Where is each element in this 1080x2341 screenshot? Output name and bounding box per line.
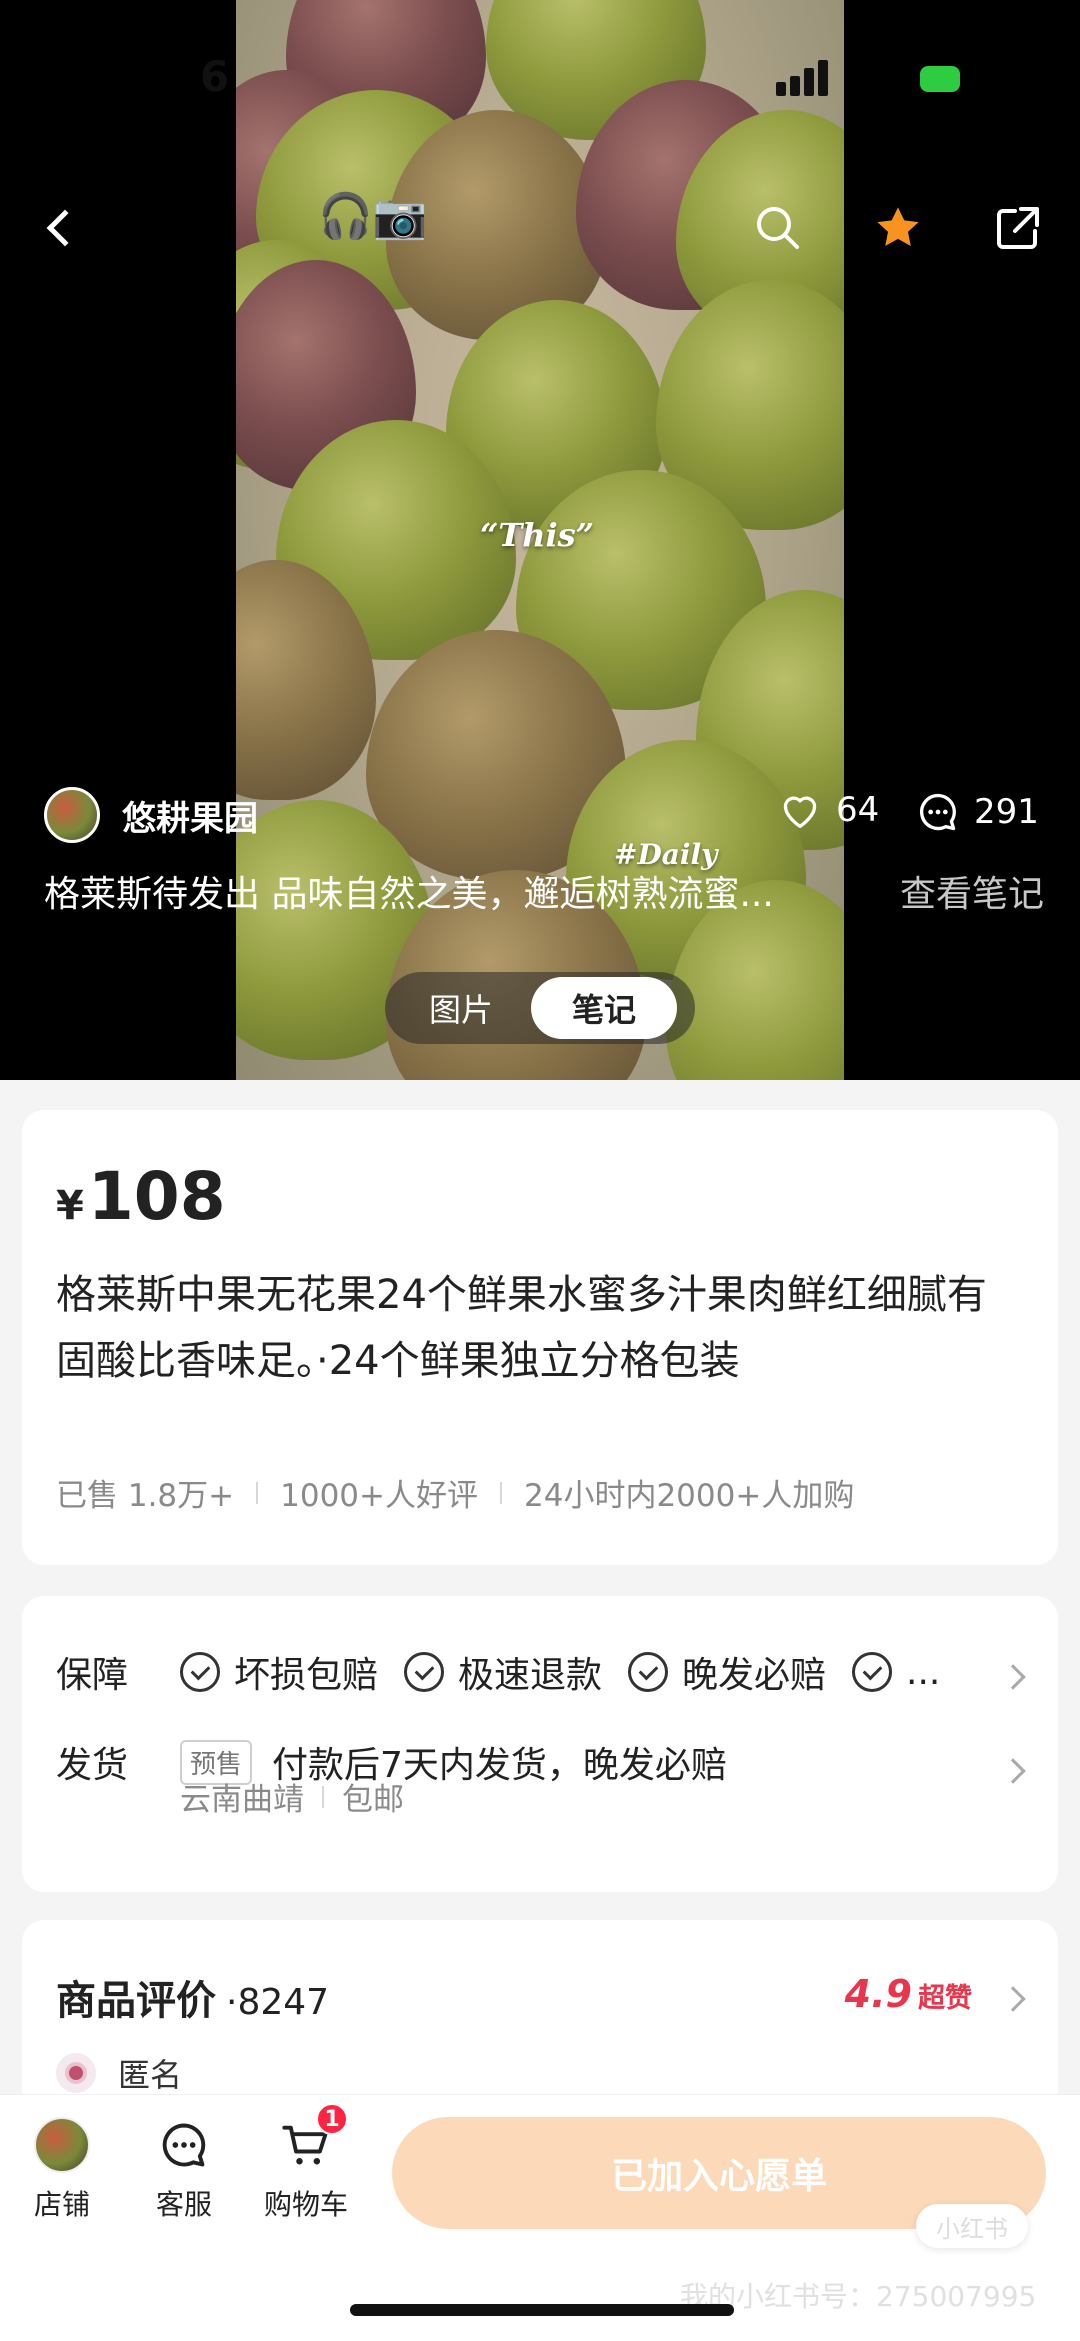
chat-bubble-icon: [162, 2123, 206, 2167]
comment-count: 291: [974, 792, 1039, 832]
status-time: 6: [200, 52, 230, 101]
shipping-origin: 云南曲靖: [180, 1782, 304, 1818]
check-circle-icon: [180, 1652, 220, 1692]
chevron-left-icon: [46, 209, 84, 247]
media-segment-control: 图片 笔记: [385, 972, 695, 1044]
favorite-button[interactable]: [862, 192, 934, 264]
author-avatar[interactable]: [44, 787, 100, 843]
like-button[interactable]: 64: [778, 790, 879, 830]
cart-add-count: 24小时内2000+人加购: [524, 1478, 855, 1514]
shipping-label: 发货: [56, 1745, 129, 1786]
share-button[interactable]: [982, 192, 1054, 264]
score-word: 超赞: [918, 1983, 972, 2014]
sold-count: 已售 1.8万+: [56, 1478, 235, 1514]
search-button[interactable]: [742, 192, 814, 264]
guarantee-item: ...: [852, 1652, 940, 1693]
segment-images[interactable]: 图片: [391, 977, 531, 1039]
reviewer-row: 匿名: [56, 2050, 182, 2096]
search-icon: [757, 207, 799, 249]
media-viewer[interactable]: “This” #Daily 6 🎧📷 悠耕果园 64 291 格莱斯待发出 品味…: [0, 0, 1080, 1080]
video-overlay-text: “This”: [480, 516, 595, 554]
shipping-fee: 包邮: [342, 1782, 404, 1818]
share-icon: [997, 207, 1039, 249]
review-count: ·8247: [226, 1982, 330, 2023]
comment-button[interactable]: 291: [916, 790, 1039, 834]
reviewer-name: 匿名: [118, 2056, 183, 2094]
check-circle-icon: [628, 1652, 669, 1692]
guarantee-row[interactable]: 保障 坏损包赔 极速退款 晚发必赔 ...: [56, 1646, 1046, 1698]
shop-avatar: [34, 2117, 90, 2173]
watermark-logo: 小红书: [916, 2204, 1028, 2248]
currency-symbol: ¥: [56, 1183, 84, 1229]
like-count: 64: [836, 790, 880, 830]
check-circle-icon: [404, 1652, 445, 1692]
reviewer-avatar: [56, 2053, 96, 2093]
guarantee-label: 保障: [56, 1655, 129, 1696]
review-score: 4.9 超赞: [844, 1972, 972, 2016]
product-video[interactable]: “This” #Daily: [236, 0, 844, 1080]
home-indicator[interactable]: [350, 2304, 734, 2316]
chevron-right-icon[interactable]: [1000, 1986, 1026, 2012]
heart-icon: [783, 796, 817, 828]
price-value: 108: [87, 1158, 226, 1235]
battery-icon: [920, 66, 960, 92]
customer-service-tab[interactable]: 客服: [134, 2117, 234, 2223]
back-button[interactable]: [24, 192, 96, 264]
product-price: ¥ 108: [56, 1158, 226, 1235]
guarantee-item: 晚发必赔: [628, 1646, 826, 1698]
divider: [322, 1785, 324, 1808]
chevron-right-icon[interactable]: [1000, 1758, 1026, 1784]
caption-row[interactable]: 格莱斯待发出 品味自然之美，邂逅树熟流蜜... 查看笔记: [44, 865, 1044, 917]
signal-icon: [776, 60, 834, 96]
check-circle-icon: [852, 1652, 893, 1692]
divider: [256, 1481, 259, 1504]
product-title: 格莱斯中果无花果24个鲜果水蜜多汁果肉鲜红细腻有固酸比香味足。·24个鲜果独立分…: [56, 1272, 987, 1384]
guarantee-item: 坏损包赔: [180, 1646, 378, 1698]
divider: [500, 1481, 503, 1504]
post-caption: 格莱斯待发出 品味自然之美，邂逅树熟流蜜...: [44, 874, 774, 915]
price-card: ¥ 108 格莱斯中果无花果24个鲜果水蜜多汁果肉鲜红细腻有固酸比香味足。·24…: [22, 1110, 1058, 1565]
sales-meta: 已售 1.8万+ 1000+人好评 24小时内2000+人加购: [56, 1470, 854, 1515]
author-name[interactable]: 悠耕果园: [122, 791, 258, 840]
audio-camera-icon: 🎧📷: [318, 191, 428, 242]
cart-badge: 1: [316, 2103, 348, 2135]
segment-notes[interactable]: 笔记: [531, 977, 677, 1039]
guarantee-item: 极速退款: [404, 1646, 602, 1698]
cart-tab[interactable]: 1 购物车: [256, 2103, 356, 2223]
good-review-count: 1000+人好评: [280, 1478, 479, 1514]
shipping-sub-row: 云南曲靖 包邮: [180, 1774, 404, 1819]
comment-icon: [920, 793, 956, 831]
shop-tab[interactable]: 店铺: [12, 2117, 112, 2223]
view-note-link[interactable]: 查看笔记: [900, 865, 1044, 917]
reviews-title: 商品评价 ·8247: [56, 1978, 330, 2024]
service-card: 保障 坏损包赔 极速退款 晚发必赔 ... 发货 预售 付款后7天内发货，晚发必…: [22, 1596, 1058, 1892]
author-row[interactable]: 悠耕果园: [44, 785, 258, 845]
star-icon: [877, 207, 919, 246]
